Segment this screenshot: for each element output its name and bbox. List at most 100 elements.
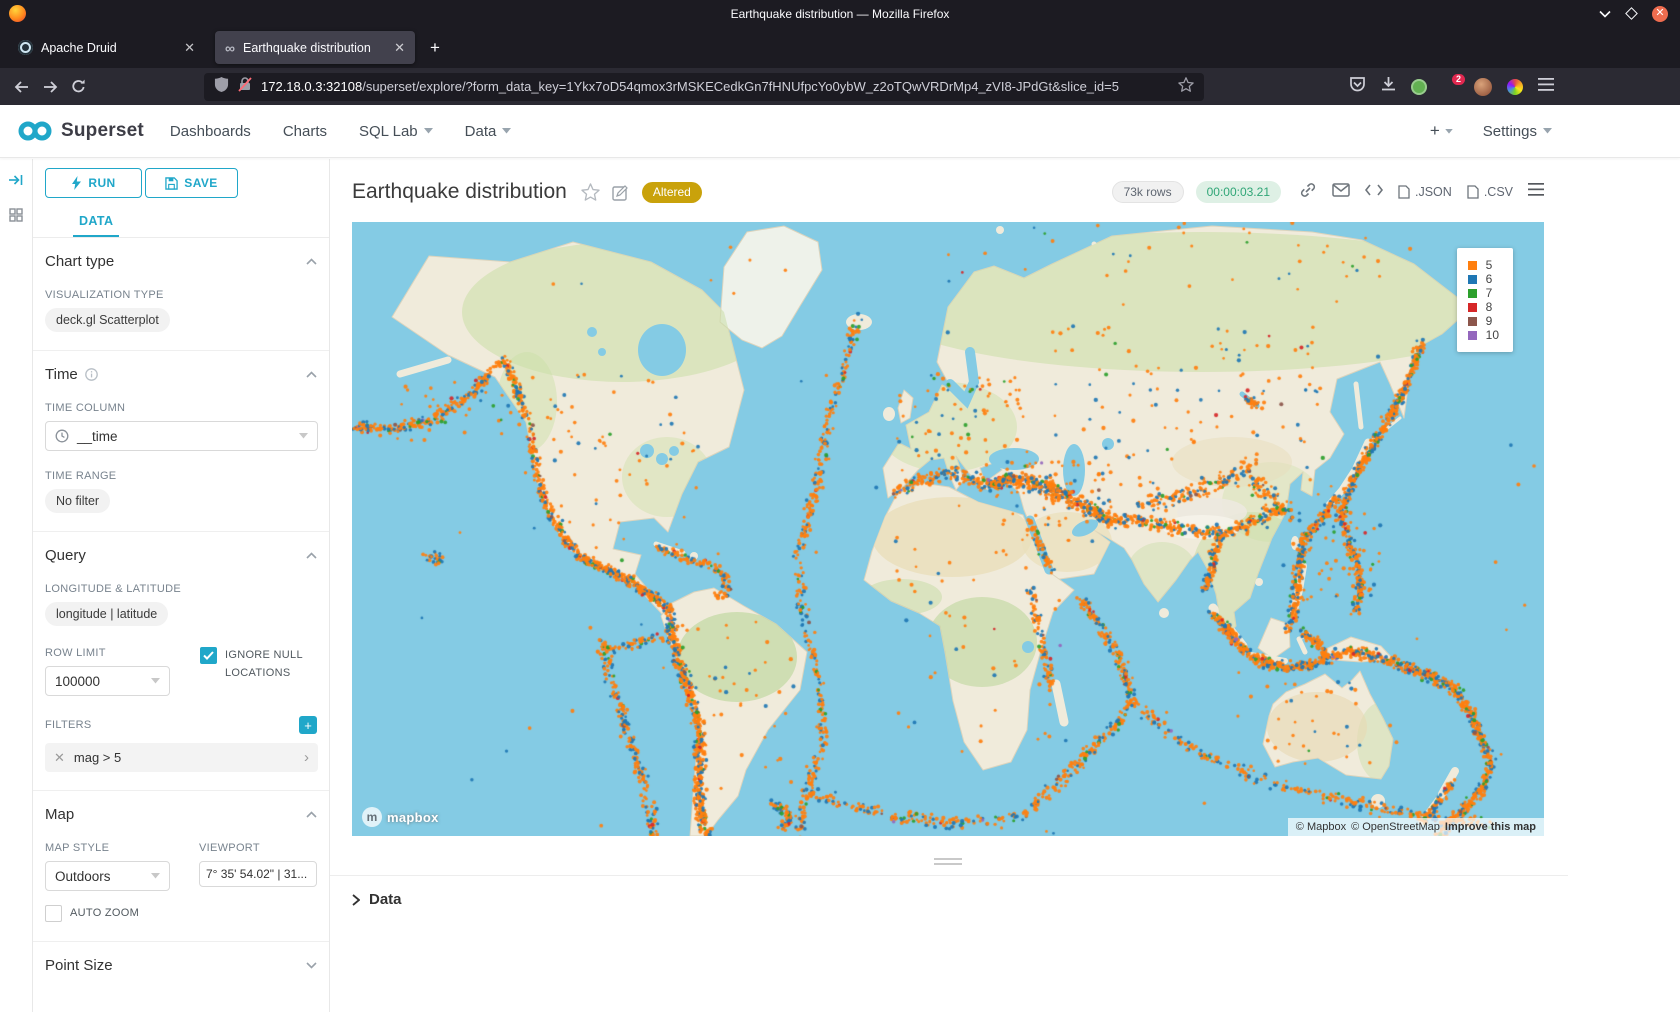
legend-item[interactable]: 9: [1468, 314, 1499, 328]
attribution-osm-link[interactable]: © OpenStreetMap: [1351, 821, 1440, 833]
caret-down-icon: [299, 433, 308, 439]
browser-tab-druid[interactable]: Apache Druid ✕: [8, 31, 205, 64]
legend-item[interactable]: 7: [1468, 286, 1499, 300]
filters-label: FILTERS: [45, 719, 92, 731]
ignore-null-checkbox-row: IGNORE NULL LOCATIONS: [200, 647, 317, 682]
section-header[interactable]: Chart type: [45, 253, 317, 270]
edit-chart-icon[interactable]: [612, 184, 629, 201]
pocket-icon[interactable]: [1349, 76, 1366, 97]
altered-badge[interactable]: Altered: [642, 182, 702, 203]
legend-item[interactable]: 5: [1468, 258, 1499, 272]
section-title: Map: [45, 806, 74, 823]
time-range-chip[interactable]: No filter: [45, 489, 110, 513]
map-style-label: MAP STYLE: [45, 842, 179, 854]
insecure-lock-icon[interactable]: [238, 76, 252, 97]
deckgl-map[interactable]: 5678910 m mapbox © Mapbox © OpenStreetMa…: [352, 222, 1544, 836]
favorite-star-icon[interactable]: [581, 183, 600, 201]
add-filter-button[interactable]: +: [299, 716, 317, 734]
caret-down-icon: [151, 873, 160, 879]
profile-avatar[interactable]: [1474, 78, 1492, 96]
lonlat-chip[interactable]: longitude | latitude: [45, 602, 168, 626]
nav-dashboards[interactable]: Dashboards: [170, 123, 251, 140]
section-header[interactable]: Query: [45, 547, 317, 564]
viz-type-label: VISUALIZATION TYPE: [45, 289, 317, 301]
chart-menu-icon[interactable]: [1528, 183, 1544, 201]
run-save-row: RUN SAVE: [33, 159, 329, 198]
maximize-icon[interactable]: [1625, 7, 1638, 20]
nav-data[interactable]: Data: [465, 123, 512, 140]
superset-logo[interactable]: Superset: [16, 119, 144, 143]
section-header[interactable]: Point Size: [45, 957, 317, 974]
filter-expand-caret-icon[interactable]: ›: [304, 749, 309, 766]
info-icon[interactable]: [85, 368, 98, 381]
tracking-shield-icon[interactable]: [214, 76, 229, 98]
url-text[interactable]: 172.18.0.3:32108/superset/explore/?form_…: [261, 79, 1169, 94]
row-limit-select[interactable]: 100000: [45, 666, 170, 696]
section-header[interactable]: Time: [45, 366, 317, 383]
legend-item[interactable]: 8: [1468, 300, 1499, 314]
tab-close-icon[interactable]: ✕: [184, 40, 195, 56]
email-icon[interactable]: [1332, 183, 1350, 202]
left-rail: [0, 159, 33, 1012]
window-title: Earthquake distribution — Mozilla Firefo…: [0, 7, 1680, 21]
tab-close-icon[interactable]: ✕: [394, 40, 405, 56]
export-csv-button[interactable]: .CSV: [1467, 185, 1513, 199]
section-time: Time TIME COLUMN __time TIME RANGE No fi…: [33, 351, 329, 532]
caret-down-icon: [424, 128, 433, 134]
nav-sql-lab[interactable]: SQL Lab: [359, 123, 433, 140]
extension-pinwheel-icon[interactable]: [1507, 79, 1523, 95]
legend-item[interactable]: 6: [1468, 272, 1499, 286]
extension-badged-icon[interactable]: 2: [1442, 79, 1459, 95]
attribution-mapbox-link[interactable]: © Mapbox: [1296, 821, 1346, 833]
viewport-input[interactable]: 7° 35' 54.02" | 31...: [199, 861, 317, 887]
embed-code-icon[interactable]: [1365, 183, 1383, 202]
checkmark-icon: [203, 651, 214, 660]
infinity-logo-icon: [16, 119, 54, 143]
run-button[interactable]: RUN: [45, 168, 142, 198]
save-button[interactable]: SAVE: [145, 168, 238, 198]
mapbox-logo[interactable]: m mapbox: [362, 807, 439, 827]
collapse-datasource-panel-icon[interactable]: [8, 173, 24, 192]
new-tab-button[interactable]: +: [421, 34, 449, 62]
reload-icon[interactable]: [64, 73, 92, 101]
bookmark-star-icon[interactable]: [1178, 77, 1194, 97]
remove-filter-icon[interactable]: ✕: [54, 750, 65, 766]
control-panel: RUN SAVE DATA Chart type VISUALIZATION T…: [33, 159, 330, 1012]
address-bar[interactable]: 172.18.0.3:32108/superset/explore/?form_…: [204, 73, 1204, 101]
data-results-toggle[interactable]: Data: [352, 891, 1680, 908]
legend-value: 8: [1486, 300, 1493, 314]
chart-header: Earthquake distribution Altered 73k rows…: [352, 172, 1544, 212]
panel-resize-handle[interactable]: [934, 858, 962, 865]
legend-item[interactable]: 10: [1468, 328, 1499, 342]
map-style-value: Outdoors: [55, 869, 143, 884]
datasource-grid-icon[interactable]: [9, 208, 23, 227]
improve-map-link[interactable]: Improve this map: [1445, 821, 1536, 833]
time-column-select[interactable]: __time: [45, 421, 318, 451]
cache-link-icon[interactable]: [1299, 181, 1317, 204]
forward-icon[interactable]: [36, 73, 64, 101]
export-json-button[interactable]: .JSON: [1398, 185, 1452, 199]
menu-icon[interactable]: [1538, 78, 1554, 96]
nav-charts[interactable]: Charts: [283, 123, 327, 140]
settings-menu[interactable]: Settings: [1483, 123, 1552, 140]
auto-zoom-row: AUTO ZOOM: [45, 905, 317, 923]
browser-tab-earthquake[interactable]: ∞ Earthquake distribution ✕: [215, 31, 415, 64]
window-shade-chevron-icon[interactable]: [1599, 5, 1611, 23]
lonlat-label: LONGITUDE & LATITUDE: [45, 583, 317, 595]
back-icon[interactable]: [8, 73, 36, 101]
new-item-button[interactable]: +: [1430, 121, 1453, 141]
mapbox-wordmark: mapbox: [387, 810, 439, 825]
close-window-icon[interactable]: ✕: [1652, 6, 1668, 22]
ignore-null-checkbox[interactable]: [200, 647, 217, 664]
tab-data[interactable]: DATA: [73, 205, 119, 237]
viz-type-chip[interactable]: deck.gl Scatterplot: [45, 308, 170, 332]
section-header[interactable]: Map: [45, 806, 317, 823]
filter-chip[interactable]: ✕ mag > 5 ›: [45, 743, 318, 772]
section-map: Map MAP STYLE Outdoors VIEWPORT 7° 3: [33, 791, 329, 942]
downloads-icon[interactable]: [1381, 76, 1396, 97]
legend-swatch: [1468, 289, 1477, 298]
extension-green-icon[interactable]: [1411, 79, 1427, 95]
legend-swatch: [1468, 331, 1477, 340]
map-style-select[interactable]: Outdoors: [45, 861, 170, 891]
auto-zoom-checkbox[interactable]: [45, 905, 62, 922]
